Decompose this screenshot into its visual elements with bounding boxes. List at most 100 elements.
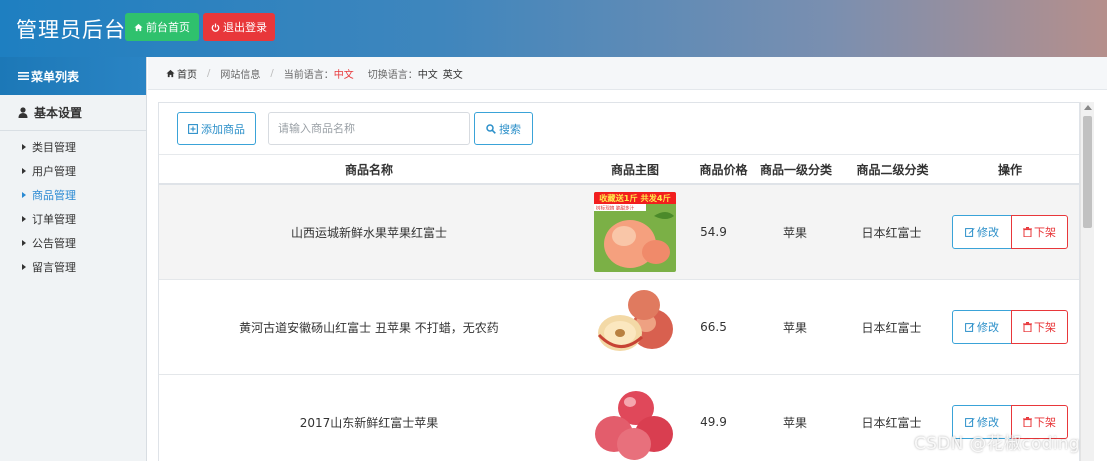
sidebar: 菜单列表 基本设置 类目管理 用户管理 商品管理 订单管理 公告管理 留言管理 [0,57,147,461]
sidebar-item-messages[interactable]: 留言管理 [0,255,146,279]
product-panel: 添加商品 搜索 商品名称 商品主图 商品价格 商品一级分类 商品二级分类 操作 … [158,102,1080,461]
caret-right-icon [22,216,26,222]
sidebar-item-label: 订单管理 [32,213,76,226]
current-language-label: 当前语言： [283,69,334,81]
column-header-category1: 商品一级分类 [759,162,832,177]
product-price: 66.5 [700,320,727,334]
table-row: 黄河古道安徽砀山红富士 丑苹果 不打蜡，无农药 66.5 苹果 日本红富士 修改… [159,280,1079,375]
breadcrumb-separator: / [270,67,274,79]
add-product-button[interactable]: 添加商品 [177,112,256,145]
scroll-thumb[interactable] [1083,116,1092,228]
edit-button-label: 修改 [977,416,999,429]
sidebar-item-label: 类目管理 [32,141,76,154]
search-icon [486,123,496,134]
lang-en-link[interactable]: 英文 [443,70,463,81]
sidebar-menu: 类目管理 用户管理 商品管理 订单管理 公告管理 留言管理 [0,131,146,279]
sidebar-item-label: 商品管理 [32,189,76,202]
product-image [594,287,676,367]
row-actions: 修改 下架 [939,280,1079,374]
breadcrumb-site-info: 网站信息 [220,69,261,81]
caret-right-icon [22,144,26,150]
home-button[interactable]: 前台首页 [125,13,199,41]
edit-icon [965,228,975,237]
sidebar-group-basic-settings[interactable]: 基本设置 [0,95,146,131]
product-search-input[interactable] [268,112,470,145]
sidebar-heading-label: 菜单列表 [31,69,80,84]
search-button[interactable]: 搜索 [474,112,533,145]
power-icon [211,23,220,32]
watermark: CSDN @花椒coding [914,434,1080,454]
product-category2: 日本红富士 [861,320,922,335]
product-price: 49.9 [700,415,727,429]
edit-button[interactable]: 修改 [952,215,1012,249]
edit-icon [965,418,975,427]
breadcrumb-home[interactable]: 首页 [177,66,197,81]
trash-icon [1023,322,1032,332]
column-header-image: 商品主图 [610,162,659,177]
edit-button-label: 修改 [977,226,999,239]
thumb-banner-subtext: 树标现摘 脆甜多汁 [596,205,635,212]
column-header-category2: 商品二级分类 [856,162,929,177]
switch-language-label: 切换语言： [367,69,418,81]
sidebar-heading: 菜单列表 [0,57,146,95]
column-header-name: 商品名称 [344,162,393,177]
user-icon [18,107,28,118]
product-image [594,382,676,461]
product-category2: 日本红富士 [861,225,922,240]
logout-button[interactable]: 退出登录 [203,13,275,41]
caret-right-icon [22,192,26,198]
delist-button[interactable]: 下架 [1011,310,1068,344]
trash-icon [1023,417,1032,427]
current-language-value: 中文 [333,69,354,81]
lang-zh-link[interactable]: 中文 [418,70,438,81]
sidebar-item-products[interactable]: 商品管理 [0,183,146,207]
product-name: 黄河古道安徽砀山红富士 丑苹果 不打蜡，无农药 [239,320,499,335]
edit-button[interactable]: 修改 [952,310,1012,344]
vertical-scrollbar[interactable] [1080,102,1094,461]
current-language: 当前语言：中文 [284,66,354,81]
home-icon [166,69,175,77]
edit-button-label: 修改 [977,321,999,334]
edit-icon [965,323,975,332]
delist-button-label: 下架 [1034,416,1056,429]
product-category1: 苹果 [782,415,807,430]
sidebar-item-users[interactable]: 用户管理 [0,159,146,183]
add-product-label: 添加商品 [201,122,245,136]
column-header-actions: 操作 [997,162,1022,177]
caret-right-icon [22,168,26,174]
product-image: 收藏送1斤 共发4斤 树标现摘 脆甜多汁 [594,192,676,272]
row-actions: 修改 下架 [939,185,1079,279]
product-name: 2017山东新鲜红富士苹果 [299,415,439,430]
breadcrumb: 首页 / 网站信息 / 当前语言：中文 切换语言：中文 英文 [148,57,1107,90]
sidebar-item-label: 留言管理 [32,261,76,274]
delist-button-label: 下架 [1034,226,1056,239]
trash-icon [1023,227,1032,237]
delist-button[interactable]: 下架 [1011,215,1068,249]
sidebar-item-label: 公告管理 [32,237,76,250]
toolbar: 添加商品 搜索 [159,103,1079,155]
plus-square-icon [188,123,198,134]
list-icon [18,72,29,80]
product-name: 山西运城新鲜水果苹果红富士 [290,225,447,240]
sidebar-item-label: 用户管理 [32,165,76,178]
product-price: 54.9 [700,225,727,239]
delist-button-label: 下架 [1034,321,1056,334]
top-header: 管理员后台 前台首页 退出登录 [0,0,1107,57]
product-category1: 苹果 [782,320,807,335]
thumb-banner-text: 收藏送1斤 共发4斤 [599,193,671,203]
sidebar-item-announcements[interactable]: 公告管理 [0,231,146,255]
caret-right-icon [22,240,26,246]
sidebar-group-label: 基本设置 [34,106,83,120]
caret-right-icon [22,264,26,270]
sidebar-item-orders[interactable]: 订单管理 [0,207,146,231]
home-button-label: 前台首页 [146,21,190,34]
scroll-up-arrow-icon[interactable] [1084,105,1092,110]
product-category1: 苹果 [782,225,807,240]
logout-button-label: 退出登录 [223,21,267,34]
search-button-label: 搜索 [499,122,521,136]
table-row: 山西运城新鲜水果苹果红富士 收藏送1斤 共发4斤 树标现摘 脆甜多汁 54.9 … [159,185,1079,280]
app-title: 管理员后台 [16,18,126,42]
home-icon [134,23,143,31]
sidebar-item-category[interactable]: 类目管理 [0,135,146,159]
table-header: 商品名称 商品主图 商品价格 商品一级分类 商品二级分类 操作 [159,155,1079,185]
